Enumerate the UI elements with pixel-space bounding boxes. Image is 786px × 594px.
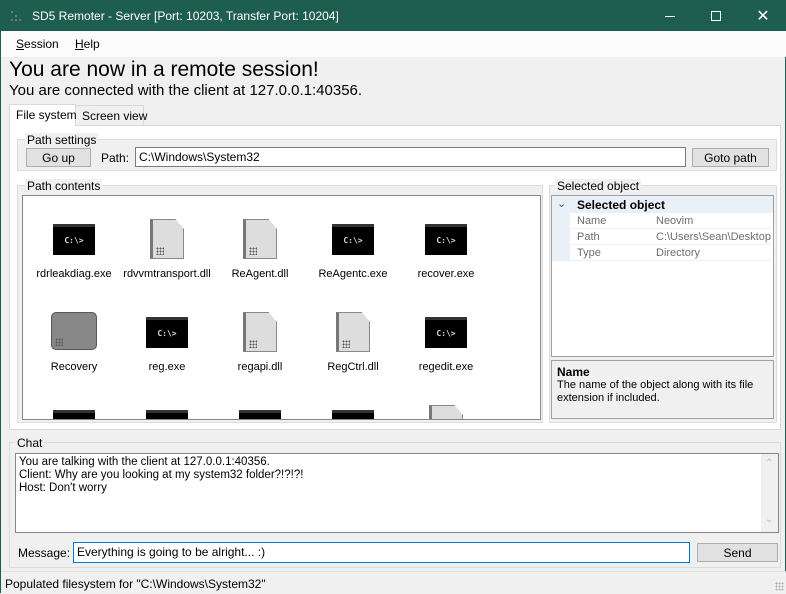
close-button[interactable]: ✕	[740, 1, 786, 31]
terminal-icon: C:\>	[146, 317, 188, 348]
terminal-icon: C:\>	[239, 410, 281, 419]
file-name: Recovery	[50, 361, 98, 373]
terminal-glyph: C:\>	[157, 329, 177, 338]
property-row[interactable]: Path C:\Users\Sean\Desktop	[552, 229, 773, 245]
property-value: Directory	[656, 247, 701, 259]
message-label: Message:	[18, 546, 71, 560]
file-list[interactable]: C:\> rdrleakdiag.exe rdvvmtransport.dll ReA…	[22, 195, 541, 420]
minimize-icon	[665, 15, 675, 17]
status-text: Populated filesystem for "C:\Windows\Sys…	[5, 577, 266, 591]
goto-path-button[interactable]: Goto path	[692, 148, 769, 167]
terminal-icon: C:\>	[332, 410, 374, 419]
tab-screen-view[interactable]: Screen view	[75, 105, 147, 126]
property-row[interactable]: Type Directory	[552, 245, 773, 261]
terminal-icon: C:\>	[53, 410, 95, 419]
file-name: ReAgent.dll	[231, 268, 289, 280]
file-name: recover.exe	[417, 268, 475, 280]
menu-label: Help	[75, 37, 100, 51]
status-bar: Populated filesystem for "C:\Windows\Sys…	[1, 571, 786, 594]
chat-line: Host: Don't worry	[19, 482, 107, 494]
path-label: Path:	[101, 151, 130, 165]
terminal-glyph: C:\>	[343, 236, 363, 245]
file-icon	[429, 405, 463, 419]
file-icon	[243, 312, 277, 352]
menu-session[interactable]: Session Session	[16, 37, 59, 51]
terminal-glyph: C:\>	[436, 236, 456, 245]
property-key: Type	[577, 247, 601, 259]
path-input[interactable]: C:\Windows\System32	[135, 147, 686, 167]
category-label: Selected object	[577, 198, 666, 212]
menu-help[interactable]: Help Help	[75, 37, 100, 51]
path-contents-label: Path contents	[25, 179, 103, 193]
connection-subtitle: You are connected with the client at 127…	[9, 82, 363, 99]
file-icon	[243, 219, 277, 259]
file-name: reg.exe	[148, 361, 186, 373]
property-category[interactable]: ⌄ Selected object	[552, 196, 773, 213]
selected-object-label: Selected object	[555, 179, 642, 193]
file-name: regedit.exe	[418, 361, 474, 373]
go-up-button[interactable]: Go up	[26, 148, 91, 167]
terminal-icon: C:\>	[146, 410, 188, 419]
terminal-icon: C:\>	[332, 224, 374, 255]
property-help: Name The name of the object along with i…	[551, 360, 774, 419]
terminal-icon: C:\>	[425, 224, 467, 255]
send-button[interactable]: Send	[697, 543, 778, 562]
resize-grip-icon[interactable]	[775, 582, 784, 591]
chat-line: You are talking with the client at 127.0…	[19, 456, 270, 468]
file-icon	[150, 219, 184, 259]
property-key: Name	[577, 215, 607, 227]
tab-file-system[interactable]: File system	[9, 104, 77, 126]
chat-line: Client: Why are you looking at my system…	[19, 469, 304, 481]
property-grid[interactable]: ⌄ Selected object Name Neovim Path C:\Users…	[551, 195, 774, 357]
terminal-icon: C:\>	[53, 224, 95, 255]
scroll-up-icon[interactable]: ⌃	[765, 458, 773, 469]
title-bar[interactable]: SD5 Remoter - Server [Port: 10203, Trans…	[1, 1, 786, 31]
maximize-button[interactable]	[693, 1, 739, 31]
maximize-icon	[711, 11, 721, 21]
terminal-glyph: C:\>	[64, 236, 84, 245]
file-name: rdvvmtransport.dll	[123, 268, 211, 280]
file-name: regapi.dll	[237, 361, 283, 373]
file-name: rdrleakdiag.exe	[36, 268, 112, 280]
app-icon	[11, 11, 23, 21]
chat-scrollbar[interactable]: ⌃ ⌄	[761, 454, 778, 532]
file-icon	[336, 312, 370, 352]
close-icon: ✕	[756, 8, 770, 25]
chat-label: Chat	[15, 436, 45, 450]
minimize-button[interactable]	[647, 1, 693, 31]
path-settings-label: Path settings	[25, 133, 99, 147]
chevron-down-icon[interactable]: ⌄	[557, 197, 566, 210]
menu-label: Session	[16, 37, 59, 51]
terminal-glyph: C:\>	[436, 329, 456, 338]
page-title: You are now in a remote session!	[9, 58, 319, 81]
help-text: The name of the object along with its fi…	[557, 379, 754, 404]
menu-bar: Session Session Help Help	[1, 31, 786, 57]
scroll-down-icon[interactable]: ⌄	[765, 514, 773, 525]
property-key: Path	[577, 231, 600, 243]
window-title: SD5 Remoter - Server [Port: 10203, Trans…	[32, 9, 339, 23]
file-name: ReAgentc.exe	[318, 268, 388, 280]
help-title: Name	[557, 365, 590, 379]
file-name: RegCtrl.dll	[327, 361, 379, 373]
property-value: Neovim	[656, 215, 694, 227]
folder-icon	[51, 312, 97, 350]
terminal-icon: C:\>	[425, 317, 467, 348]
property-value: C:\Users\Sean\Desktop	[656, 231, 771, 243]
property-row[interactable]: Name Neovim	[552, 213, 773, 229]
chat-log[interactable]: You are talking with the client at 127.0…	[15, 453, 779, 533]
message-input[interactable]: Everything is going to be alright... :)	[73, 542, 690, 563]
main-window: SD5 Remoter - Server [Port: 10203, Trans…	[0, 0, 786, 594]
